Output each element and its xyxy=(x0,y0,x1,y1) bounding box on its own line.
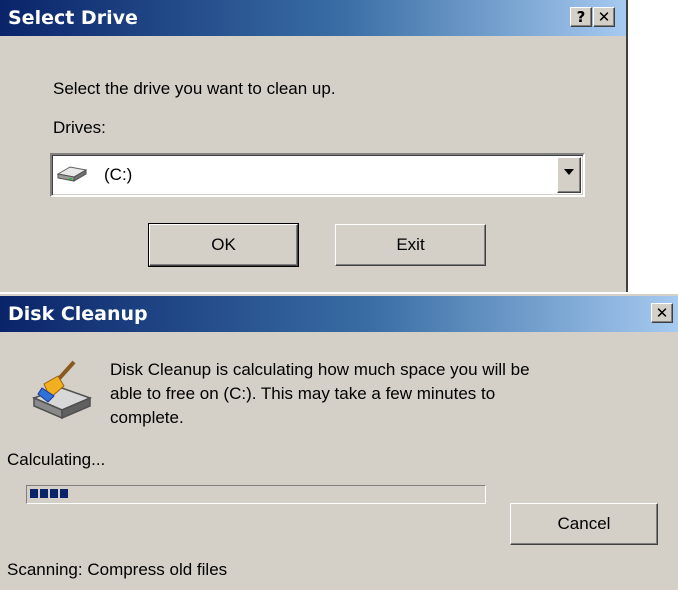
cleanup-close-button[interactable]: ✕ xyxy=(651,303,673,323)
drives-label: Drives: xyxy=(53,118,106,137)
chevron-down-icon[interactable] xyxy=(557,157,581,193)
selected-drive-value: (C:) xyxy=(104,165,133,184)
close-icon: ✕ xyxy=(597,8,611,26)
cleanup-message-line-1: Disk Cleanup is calculating how much spa… xyxy=(110,360,530,379)
hard-drive-icon xyxy=(56,164,88,184)
select-drive-dialog: Select Drive ? ✕ Select the drive you wa… xyxy=(0,0,628,292)
disk-cleanup-titlebar[interactable]: Disk Cleanup xyxy=(0,296,678,332)
help-button[interactable]: ? xyxy=(570,7,592,27)
disk-cleanup-title: Disk Cleanup xyxy=(8,303,148,325)
ok-button[interactable]: OK xyxy=(148,223,299,267)
select-drive-titlebar[interactable]: Select Drive xyxy=(0,0,626,36)
progress-block xyxy=(30,489,38,498)
close-icon: ✕ xyxy=(655,304,669,322)
progress-block xyxy=(60,489,68,498)
disk-cleanup-broom-icon xyxy=(28,358,94,420)
progress-block xyxy=(40,489,48,498)
drive-select[interactable]: (C:) xyxy=(50,153,585,197)
cancel-button[interactable]: Cancel xyxy=(510,503,658,545)
disk-cleanup-dialog: Disk Cleanup ✕ Disk Cleanup is calculati… xyxy=(0,294,678,590)
cancel-button-label: Cancel xyxy=(557,514,611,533)
help-icon: ? xyxy=(576,8,586,26)
select-drive-prompt: Select the drive you want to clean up. xyxy=(53,79,336,98)
cleanup-message-line-3: complete. xyxy=(110,408,184,427)
exit-button-label: Exit xyxy=(396,235,425,254)
progress-block xyxy=(50,489,58,498)
progress-bar xyxy=(26,485,486,504)
calculating-label: Calculating... xyxy=(7,450,106,469)
cleanup-message-line-2: able to free on (C:). This may take a fe… xyxy=(110,384,496,403)
scanning-status: Scanning: Compress old files xyxy=(7,560,228,579)
exit-button[interactable]: Exit xyxy=(335,224,486,266)
select-drive-title: Select Drive xyxy=(8,7,138,29)
ok-button-label: OK xyxy=(211,235,236,254)
close-button[interactable]: ✕ xyxy=(593,7,615,27)
